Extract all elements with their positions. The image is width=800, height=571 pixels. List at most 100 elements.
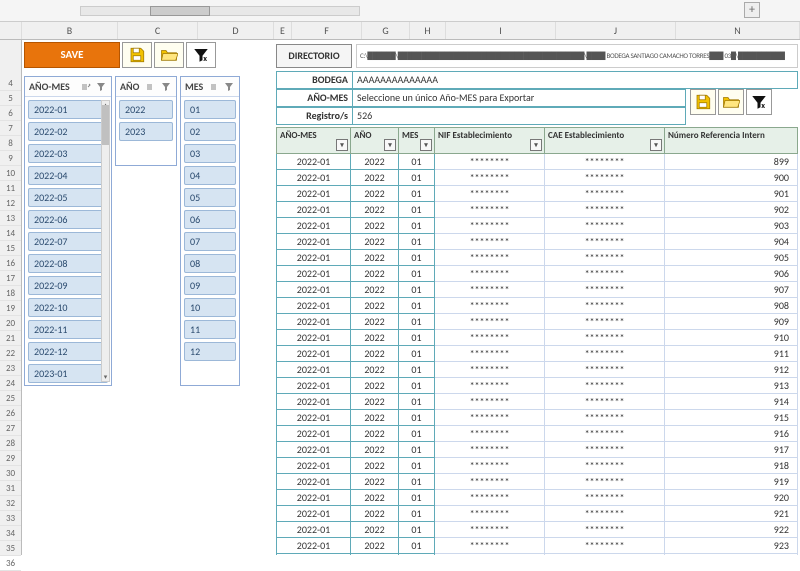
col-header[interactable]: H [410,22,446,39]
slicer-ano[interactable]: AÑO 20222023 [115,76,177,166]
table-row[interactable]: 2022-01202201****************911 [277,346,798,362]
scroll-down-icon[interactable]: ▾ [102,372,109,382]
table-row[interactable]: 2022-01202201****************905 [277,250,798,266]
filter-dropdown-icon[interactable]: ▾ [384,139,396,151]
multiselect-icon[interactable] [80,81,92,93]
slicer-item[interactable]: 2022-09 [28,276,108,295]
col-header[interactable]: D [198,22,274,39]
export-folder-icon[interactable] [718,89,744,115]
slicer-item[interactable]: 2022-08 [28,254,108,273]
slicer-item[interactable]: 2022-04 [28,166,108,185]
add-sheet-button[interactable]: + [744,2,760,18]
table-row[interactable]: 2022-01202201****************899 [277,154,798,170]
table-row[interactable]: 2022-01202201****************904 [277,234,798,250]
slicer-item[interactable]: 03 [184,144,236,163]
row-number[interactable]: 5 [0,91,21,106]
horizontal-scroll-track[interactable] [80,6,360,16]
slicer-item[interactable]: 2023-01 [28,364,108,383]
slicer-item[interactable]: 01 [184,100,236,119]
table-row[interactable]: 2022-01202201****************902 [277,202,798,218]
slicer-item[interactable]: 12 [184,342,236,361]
row-number[interactable]: 24 [0,376,21,391]
slicer-item[interactable]: 2022-12 [28,342,108,361]
disk-save-icon[interactable] [122,42,152,68]
slicer-item[interactable]: 09 [184,276,236,295]
table-row[interactable]: 2022-01202201****************900 [277,170,798,186]
row-number[interactable]: 7 [0,121,21,136]
row-number[interactable]: 10 [0,166,21,181]
row-number[interactable]: 27 [0,421,21,436]
slicer-item[interactable]: 02 [184,122,236,141]
col-header[interactable]: I [446,22,556,39]
clear-filter-icon[interactable] [160,81,172,93]
col-header[interactable]: J [556,22,676,39]
row-number[interactable]: 20 [0,316,21,331]
filter-dropdown-icon[interactable]: ▾ [530,139,542,151]
table-row[interactable]: 2022-01202201****************901 [277,186,798,202]
slicer-mes[interactable]: MES 010203040506070809101112 [180,76,240,386]
row-number[interactable]: 18 [0,286,21,301]
filter-dropdown-icon[interactable]: ▾ [420,139,432,151]
slicer-item[interactable]: 2022-07 [28,232,108,251]
row-number[interactable]: 36 [0,556,21,571]
row-number[interactable]: 9 [0,151,21,166]
row-number[interactable]: 28 [0,436,21,451]
th-ano[interactable]: AÑO▾ [351,128,399,154]
slicer-scrollbar[interactable]: ▴ ▾ [101,100,110,382]
row-number[interactable]: 19 [0,301,21,316]
table-row[interactable]: 2022-01202201****************914 [277,394,798,410]
table-row[interactable]: 2022-01202201****************915 [277,410,798,426]
row-number[interactable]: 6 [0,106,21,121]
filter-dropdown-icon[interactable]: ▾ [650,139,662,151]
table-row[interactable]: 2022-01202201****************908 [277,298,798,314]
row-number[interactable]: 30 [0,466,21,481]
row-number[interactable]: 13 [0,211,21,226]
row-number[interactable]: 32 [0,496,21,511]
funnel-clear-icon[interactable]: x [186,42,216,68]
table-row[interactable]: 2022-01202201****************923 [277,538,798,554]
row-number[interactable]: 34 [0,526,21,541]
clear-filter-icon[interactable] [95,81,107,93]
col-header[interactable]: G [362,22,410,39]
row-number[interactable]: 33 [0,511,21,526]
clear-filter-icon[interactable] [224,81,235,93]
col-header[interactable]: F [292,22,362,39]
slicer-item[interactable]: 2022-06 [28,210,108,229]
slicer-item[interactable]: 2022 [119,100,173,119]
multiselect-icon[interactable] [209,81,220,93]
table-row[interactable]: 2022-01202201****************921 [277,506,798,522]
slicer-item[interactable]: 2022-11 [28,320,108,339]
table-row[interactable]: 2022-01202201****************922 [277,522,798,538]
th-cae[interactable]: CAE Establecimiento▾ [545,128,665,154]
slicer-item[interactable]: 2023 [119,122,173,141]
row-number[interactable]: 12 [0,196,21,211]
slicer-item[interactable]: 05 [184,188,236,207]
table-row[interactable]: 2022-01202201****************910 [277,330,798,346]
th-nif[interactable]: NIF Establecimiento▾ [435,128,545,154]
export-disk-icon[interactable] [690,89,716,115]
slicer-item[interactable]: 08 [184,254,236,273]
slicer-item[interactable]: 2022-02 [28,122,108,141]
slicer-item[interactable]: 2022-10 [28,298,108,317]
horizontal-scroll-thumb[interactable] [150,6,210,16]
table-row[interactable]: 2022-01202201****************909 [277,314,798,330]
slicer-ano-mes[interactable]: AÑO-MES 2022-012022-022022-032022-042022… [24,76,112,386]
row-number[interactable]: 25 [0,391,21,406]
row-number[interactable]: 26 [0,406,21,421]
slicer-item[interactable]: 2022-01 [28,100,108,119]
slicer-item[interactable]: 2022-05 [28,188,108,207]
col-header[interactable]: B [22,22,118,39]
row-number[interactable]: 17 [0,271,21,286]
table-row[interactable]: 2022-01202201****************903 [277,218,798,234]
row-number[interactable]: 29 [0,451,21,466]
table-row[interactable]: 2022-01202201****************918 [277,458,798,474]
row-number[interactable]: 11 [0,181,21,196]
row-number[interactable]: 23 [0,361,21,376]
slicer-item[interactable]: 11 [184,320,236,339]
slicer-item[interactable]: 06 [184,210,236,229]
multiselect-icon[interactable] [145,81,157,93]
filter-dropdown-icon[interactable]: ▾ [336,139,348,151]
row-number[interactable]: 31 [0,481,21,496]
slicer-item[interactable]: 10 [184,298,236,317]
directorio-button[interactable]: DIRECTORIO [276,44,352,68]
